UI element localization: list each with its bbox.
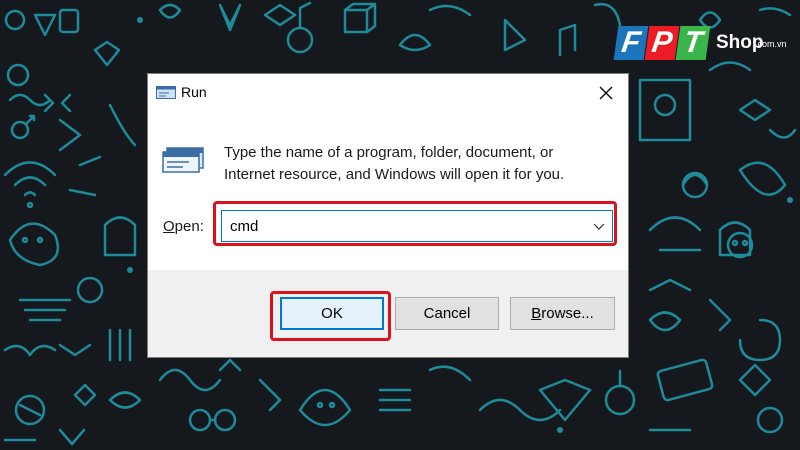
run-program-icon — [156, 86, 176, 99]
brand-letter-t: T — [675, 26, 711, 60]
browse-label-rest: rowse... — [541, 305, 594, 322]
brand-domain-text: .com.vn — [755, 39, 787, 49]
brand-letter-p: P — [644, 26, 680, 60]
open-label-rest: pen: — [174, 218, 204, 235]
dialog-button-bar: OK Cancel Browse... — [148, 270, 628, 357]
cancel-button[interactable]: Cancel — [395, 297, 499, 330]
description-line-2: Internet resource, and Windows will open… — [224, 166, 565, 183]
close-icon — [599, 86, 613, 100]
close-button[interactable] — [584, 74, 628, 112]
fpt-shop-logo: F P T Shop .com.vn — [612, 20, 792, 70]
dialog-title: Run — [181, 84, 207, 100]
chevron-down-icon[interactable] — [592, 220, 606, 232]
ok-button[interactable]: OK — [280, 297, 384, 330]
dialog-titlebar[interactable]: Run — [148, 74, 628, 112]
brand-letters: F P T — [613, 26, 711, 60]
browse-mnemonic: B — [531, 305, 542, 322]
description-line-1: Type the name of a program, folder, docu… — [224, 144, 554, 161]
open-combobox[interactable] — [221, 210, 613, 242]
run-program-large-icon — [162, 147, 204, 173]
open-label: Open: — [163, 218, 204, 235]
dialog-description: Type the name of a program, folder, docu… — [224, 142, 604, 186]
brand-letter-f: F — [613, 26, 649, 60]
browse-button[interactable]: Browse... — [510, 297, 615, 330]
open-input[interactable] — [222, 212, 580, 240]
open-label-mnemonic: O — [163, 218, 175, 235]
run-dialog: Run Type the name of a program, folder, … — [147, 73, 629, 358]
